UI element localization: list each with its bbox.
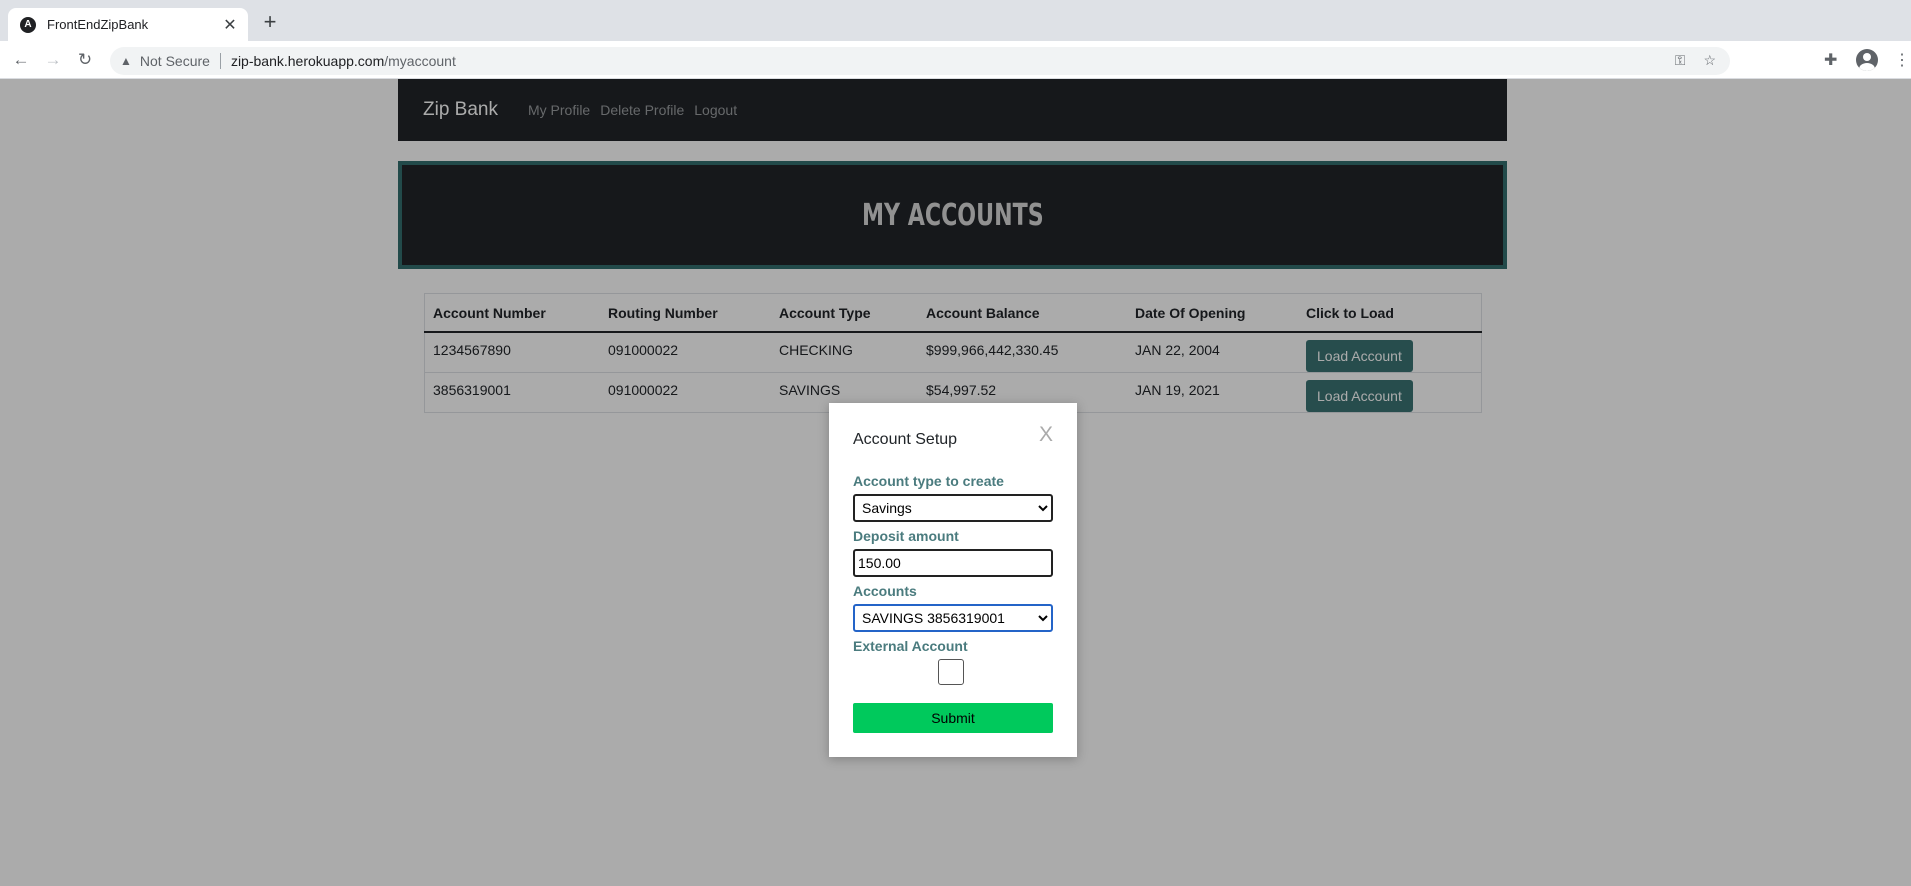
back-arrow-icon[interactable]: ← — [10, 49, 32, 71]
tab-close-icon[interactable]: ✕ — [222, 15, 238, 35]
account-setup-modal: Account Setup X Account type to create S… — [829, 403, 1077, 757]
browser-tabstrip: A FrontEndZipBank ✕ + — [0, 0, 1911, 41]
profile-avatar-icon[interactable] — [1856, 49, 1878, 71]
angular-favicon-icon: A — [20, 16, 36, 33]
account-type-select[interactable]: Savings — [853, 494, 1053, 522]
external-account-label: External Account — [853, 638, 968, 654]
address-bar[interactable]: ▲ Not Secure zip-bank.herokuapp.com/myac… — [110, 47, 1730, 75]
url-host: zip-bank.herokuapp.com — [230, 53, 385, 69]
account-type-label: Account type to create — [853, 473, 1004, 489]
warning-icon: ▲ — [120, 54, 132, 68]
kebab-menu-icon[interactable]: ⋮ — [1894, 50, 1910, 70]
submit-button[interactable]: Submit — [853, 703, 1053, 733]
omnibox-actions: ⚿ ☆ — [1675, 52, 1716, 69]
modal-title: Account Setup — [853, 431, 958, 448]
reload-icon[interactable]: ↻ — [74, 49, 96, 71]
deposit-amount-input[interactable] — [853, 549, 1053, 577]
star-icon[interactable]: ☆ — [1703, 52, 1716, 69]
browser-tab[interactable]: A FrontEndZipBank ✕ — [8, 8, 248, 41]
accounts-select[interactable]: SAVINGS 3856319001 — [853, 604, 1053, 632]
accounts-label: Accounts — [853, 583, 917, 599]
security-label: Not Secure — [139, 53, 210, 69]
key-icon[interactable]: ⚿ — [1675, 52, 1686, 69]
extensions-puzzle-icon[interactable]: ✚ — [1824, 50, 1837, 70]
deposit-amount-label: Deposit amount — [853, 528, 959, 544]
url-path: /myaccount — [384, 53, 456, 69]
browser-toolbar: ← → ↻ ▲ Not Secure zip-bank.herokuapp.co… — [0, 41, 1911, 79]
tab-title: FrontEndZipBank — [47, 17, 149, 32]
external-account-checkbox[interactable] — [938, 659, 964, 685]
close-icon[interactable]: X — [1039, 423, 1053, 447]
forward-arrow-icon[interactable]: → — [42, 49, 64, 71]
omnibox-divider — [219, 53, 221, 69]
new-tab-icon[interactable]: + — [260, 11, 280, 33]
